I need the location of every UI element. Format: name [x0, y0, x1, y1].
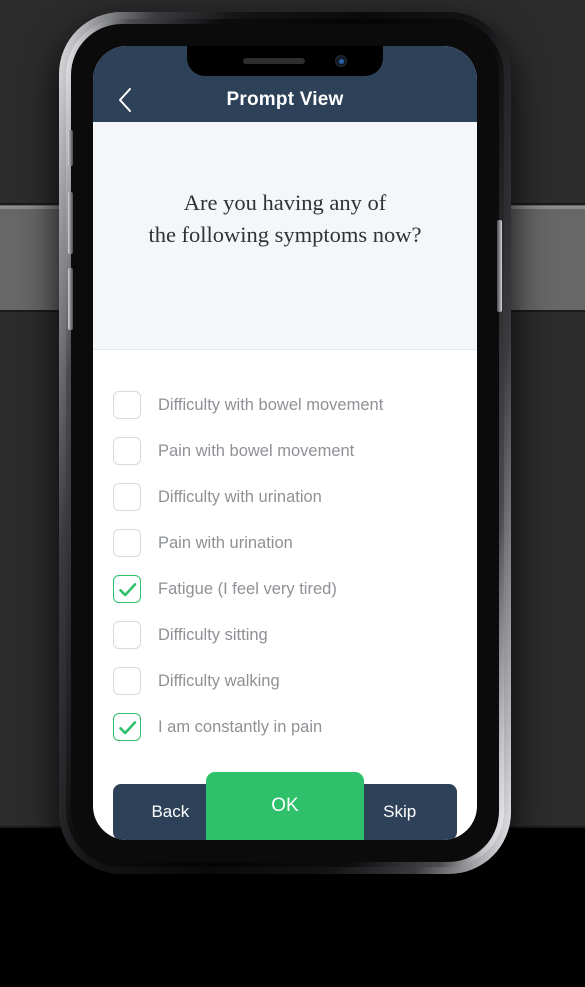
question-line-1: Are you having any of: [183, 189, 387, 215]
symptom-label: Fatigue (I feel very tired): [158, 579, 337, 598]
symptom-row[interactable]: Pain with bowel movement: [93, 428, 477, 474]
phone-device: Prompt View Are you having any of the fo…: [59, 12, 511, 874]
phone-frame-inner: Prompt View Are you having any of the fo…: [66, 19, 504, 867]
checkbox-unchecked[interactable]: [113, 437, 141, 465]
symptom-label: Pain with bowel movement: [158, 441, 355, 460]
symptom-row[interactable]: Difficulty with bowel movement: [93, 382, 477, 428]
phone-screen: Prompt View Are you having any of the fo…: [93, 46, 477, 840]
footer-actions: Back OK Skip OK: [93, 766, 477, 840]
device-notch: [187, 46, 383, 76]
volume-up-button[interactable]: [68, 192, 73, 254]
screenshot-stage: Prompt View Are you having any of the fo…: [0, 0, 585, 987]
symptom-row[interactable]: Pain with urination: [93, 520, 477, 566]
checkbox-unchecked[interactable]: [113, 621, 141, 649]
camera-lens: [339, 59, 344, 64]
symptom-label: Pain with urination: [158, 533, 293, 552]
checkbox-unchecked[interactable]: [113, 483, 141, 511]
chevron-left-icon: [117, 87, 133, 113]
front-camera-icon: [335, 55, 347, 67]
speaker-grille-icon: [243, 58, 305, 64]
question-panel: Are you having any of the following symp…: [93, 122, 477, 350]
checkbox-unchecked[interactable]: [113, 529, 141, 557]
volume-down-button[interactable]: [68, 268, 73, 330]
app-bar-row: Prompt View: [93, 78, 477, 122]
page-title: Prompt View: [226, 89, 344, 110]
checkbox-unchecked[interactable]: [113, 667, 141, 695]
back-button[interactable]: [103, 78, 147, 122]
symptom-row[interactable]: Fatigue (I feel very tired): [93, 566, 477, 612]
symptom-label: Difficulty with urination: [158, 487, 322, 506]
checkbox-checked[interactable]: [113, 575, 141, 603]
symptom-label: Difficulty sitting: [158, 625, 268, 644]
symptom-row[interactable]: I am constantly in pain: [93, 704, 477, 750]
power-button[interactable]: [497, 220, 502, 312]
phone-body: Prompt View Are you having any of the fo…: [68, 24, 502, 862]
checkbox-checked[interactable]: [113, 713, 141, 741]
symptom-row[interactable]: Difficulty with urination: [93, 474, 477, 520]
symptom-row[interactable]: Difficulty sitting: [93, 612, 477, 658]
symptom-label: Difficulty with bowel movement: [158, 395, 384, 414]
question-line-2: the following symptoms now?: [148, 221, 422, 247]
symptom-label: Difficulty walking: [158, 671, 280, 690]
silent-switch[interactable]: [68, 130, 73, 166]
symptom-list: Difficulty with bowel movement Pain with …: [93, 350, 477, 750]
symptom-label: I am constantly in pain: [158, 717, 323, 736]
ok-button[interactable]: OK: [206, 772, 364, 840]
question-text: Are you having any of the following symp…: [148, 187, 421, 251]
symptom-row[interactable]: Difficulty walking: [93, 658, 477, 704]
checkbox-unchecked[interactable]: [113, 391, 141, 419]
